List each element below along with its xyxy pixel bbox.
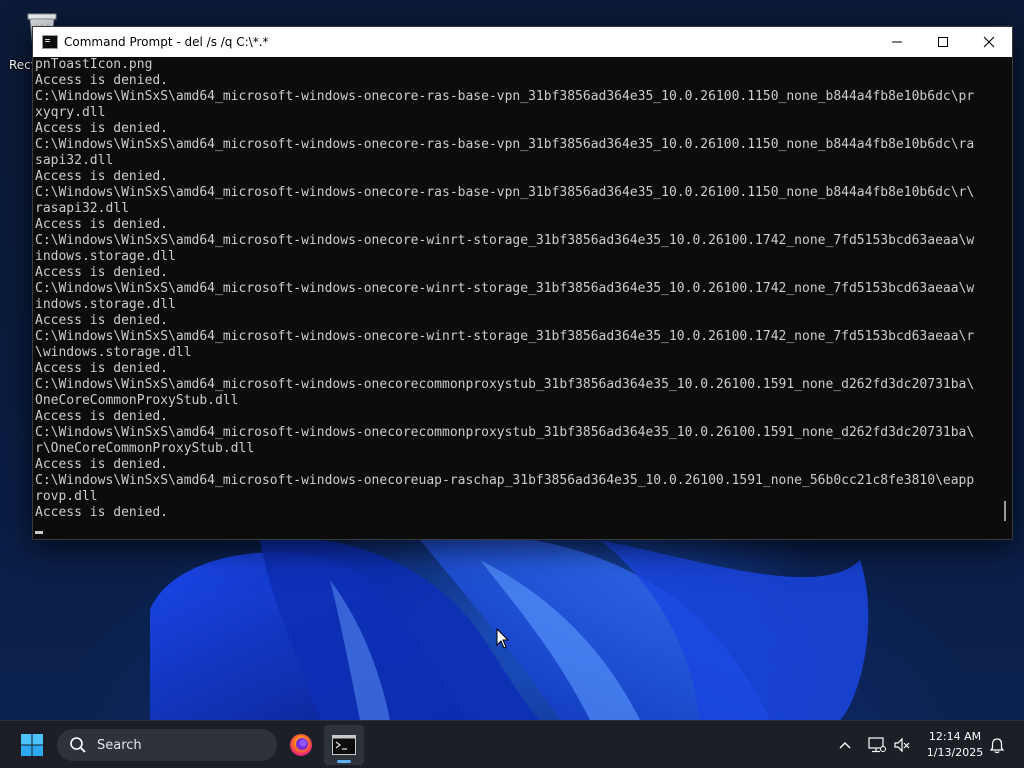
minimize-icon	[892, 41, 902, 43]
text-cursor	[35, 531, 43, 534]
window-controls	[874, 27, 1012, 57]
console-line: C:\Windows\WinSxS\amd64_microsoft-window…	[35, 281, 975, 296]
console-scrollbar[interactable]	[999, 57, 1012, 537]
close-button[interactable]	[966, 27, 1012, 57]
windows-start-icon	[21, 734, 43, 756]
console-line: Access is denied.	[35, 121, 169, 136]
maximize-icon	[938, 37, 948, 47]
console-line: C:\Windows\WinSxS\amd64_microsoft-window…	[35, 473, 975, 488]
console-line: C:\Windows\WinSxS\amd64_microsoft-window…	[35, 185, 975, 200]
active-app-indicator	[337, 760, 351, 763]
mouse-pointer-icon	[496, 628, 510, 649]
console-line: sapi32.dll	[35, 153, 114, 168]
window-titlebar[interactable]: Command Prompt - del /s /q C:\*.*	[33, 27, 1012, 57]
search-input[interactable]	[95, 736, 249, 754]
command-prompt-icon	[42, 35, 58, 49]
volume-muted-icon	[894, 737, 910, 753]
taskbar-search-box[interactable]	[57, 729, 277, 761]
console-line: Access is denied.	[35, 505, 169, 520]
clock-date: 1/13/2025	[926, 746, 984, 759]
console-line: r\OneCoreCommonProxyStub.dll	[35, 441, 255, 456]
console-line: indows.storage.dll	[35, 249, 176, 264]
console-line: pnToastIcon.png	[35, 57, 153, 72]
console-line: C:\Windows\WinSxS\amd64_microsoft-window…	[35, 233, 975, 248]
console-line: Access is denied.	[35, 457, 169, 472]
taskbar-app-command-prompt[interactable]	[324, 725, 364, 765]
console-line: xyqry.dll	[35, 105, 106, 120]
maximize-button[interactable]	[920, 27, 966, 57]
tray-overflow-button[interactable]	[832, 721, 858, 768]
clock-time: 12:14 AM	[928, 730, 982, 743]
tray-network-button[interactable]	[864, 721, 890, 768]
notification-bell-icon	[989, 737, 1005, 753]
console-output[interactable]: pnToastIcon.png Access is denied. C:\Windo…	[33, 57, 999, 537]
console-line: C:\Windows\WinSxS\amd64_microsoft-window…	[35, 89, 975, 104]
console-line: indows.storage.dll	[35, 297, 176, 312]
notification-center-button[interactable]	[986, 721, 1008, 768]
chevron-up-icon	[839, 742, 851, 749]
console-line: Access is denied.	[35, 73, 169, 88]
console-line: C:\Windows\WinSxS\amd64_microsoft-window…	[35, 377, 975, 392]
tray-volume-button[interactable]	[890, 721, 914, 768]
firefox-icon	[290, 734, 312, 756]
window-title: Command Prompt - del /s /q C:\*.*	[64, 35, 269, 49]
console-line: Access is denied.	[35, 217, 169, 232]
start-button[interactable]	[14, 729, 50, 761]
console-line: C:\Windows\WinSxS\amd64_microsoft-window…	[35, 329, 975, 344]
console-line: Access is denied.	[35, 169, 169, 184]
console-line: Access is denied.	[35, 409, 169, 424]
console-line: Access is denied.	[35, 265, 169, 280]
console-line: OneCoreCommonProxyStub.dll	[35, 393, 239, 408]
console-line: C:\Windows\WinSxS\amd64_microsoft-window…	[35, 137, 975, 152]
command-prompt-window[interactable]: Command Prompt - del /s /q C:\*.* pnToas…	[32, 26, 1013, 540]
console-line: C:\Windows\WinSxS\amd64_microsoft-window…	[35, 425, 975, 440]
console-line: rovp.dll	[35, 489, 98, 504]
minimize-button[interactable]	[874, 27, 920, 57]
console-line: Access is denied.	[35, 361, 169, 376]
close-icon	[983, 36, 995, 48]
console-line: \windows.storage.dll	[35, 345, 192, 360]
scrollbar-thumb[interactable]	[1004, 501, 1006, 521]
search-icon	[70, 737, 86, 753]
console-line: rasapi32.dll	[35, 201, 129, 216]
network-icon	[868, 737, 886, 753]
taskbar-app-firefox[interactable]	[281, 725, 321, 765]
terminal-icon	[332, 735, 356, 755]
taskbar-clock[interactable]: 12:14 AM 1/13/2025	[916, 729, 994, 761]
taskbar: 12:14 AM 1/13/2025	[0, 720, 1024, 768]
console-line: Access is denied.	[35, 313, 169, 328]
